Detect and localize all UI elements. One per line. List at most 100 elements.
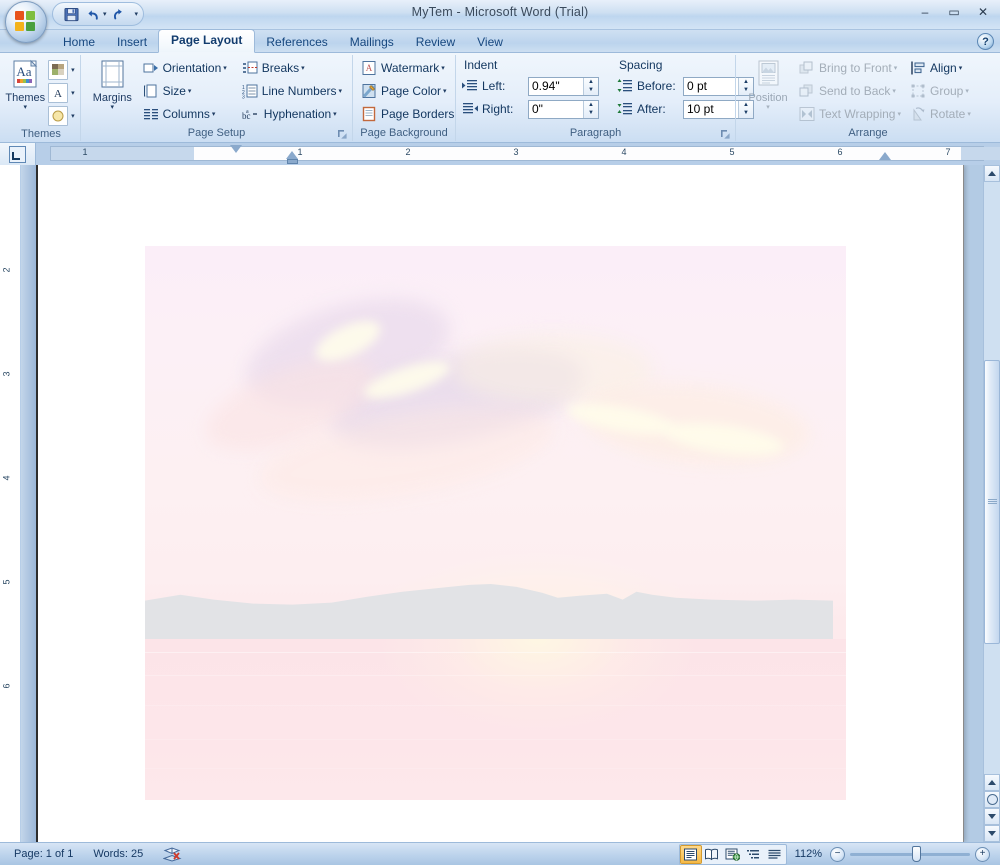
group-label-page-background: Page Background xyxy=(360,127,448,139)
next-page-button[interactable] xyxy=(984,808,1000,825)
word-count[interactable]: Words: 25 xyxy=(83,845,153,864)
document-image[interactable] xyxy=(145,246,846,800)
indent-right-input[interactable] xyxy=(529,100,583,118)
page-color-button[interactable]: Page Color ▾ xyxy=(359,80,458,102)
close-button[interactable]: ✕ xyxy=(970,3,996,21)
redo-icon[interactable] xyxy=(108,4,129,24)
vertical-scroll-track[interactable] xyxy=(984,182,1000,774)
hyphenation-label: Hyphenation xyxy=(263,107,332,121)
horizontal-ruler[interactable]: 1 1 2 3 4 5 6 7 xyxy=(36,143,1000,165)
undo-dropdown-caret[interactable]: ▾ xyxy=(103,10,107,18)
vertical-scroll-thumb[interactable] xyxy=(984,359,1000,644)
themes-button[interactable]: Aa Themes ▾ xyxy=(5,57,45,111)
theme-colors-icon[interactable] xyxy=(48,60,69,80)
zoom-in-button[interactable]: + xyxy=(975,846,990,862)
next-page-arrow-icon xyxy=(988,814,996,819)
scroll-down-button[interactable] xyxy=(984,825,1000,842)
ruler-number-7: 7 xyxy=(945,147,951,157)
breaks-label: Breaks xyxy=(261,61,300,75)
right-indent-marker[interactable] xyxy=(879,152,891,160)
proofing-status-icon[interactable] xyxy=(153,845,192,864)
customize-qat-caret[interactable]: ▾ xyxy=(135,10,139,18)
view-outline-button[interactable] xyxy=(744,846,764,863)
indent-left-input[interactable] xyxy=(529,77,583,95)
bring-to-front-button[interactable]: Bring to Front ▾ xyxy=(797,57,905,79)
theme-fonts-caret-icon[interactable]: ▾ xyxy=(69,89,77,97)
view-print-layout-button[interactable] xyxy=(679,844,702,864)
size-button[interactable]: Size ▾ xyxy=(141,80,231,102)
tab-review[interactable]: Review xyxy=(405,32,466,53)
text-wrapping-button[interactable]: Text Wrapping ▾ xyxy=(797,103,905,125)
select-browse-object-button[interactable] xyxy=(984,791,1000,808)
zoom-level[interactable]: 112% xyxy=(787,848,830,860)
hyphenation-button[interactable]: bc a Hyphenation ▾ xyxy=(240,103,346,125)
zoom-slider-track[interactable] xyxy=(850,845,970,862)
theme-effects-caret-icon[interactable]: ▾ xyxy=(69,112,77,120)
indent-right-up[interactable]: ▲ xyxy=(584,101,598,110)
indent-left-spinner[interactable]: ▲ ▼ xyxy=(528,76,599,96)
spacing-after-input[interactable] xyxy=(684,100,738,118)
page-indicator[interactable]: Page: 1 of 1 xyxy=(4,845,83,864)
zoom-slider-thumb[interactable] xyxy=(912,845,922,862)
minimize-button[interactable]: – xyxy=(912,3,938,21)
paragraph-dialog-launcher[interactable] xyxy=(720,129,731,140)
margins-caret-icon: ▾ xyxy=(110,104,115,111)
tab-mailings[interactable]: Mailings xyxy=(339,32,405,53)
vertical-scrollbar[interactable] xyxy=(983,165,1000,842)
columns-button[interactable]: Columns ▾ xyxy=(141,103,231,125)
document-page[interactable] xyxy=(36,165,964,842)
office-button[interactable] xyxy=(5,1,47,43)
indent-left-down[interactable]: ▼ xyxy=(584,86,598,95)
page-borders-button[interactable]: Page Borders xyxy=(359,103,458,125)
view-web-layout-button[interactable] xyxy=(723,846,743,863)
tab-stop-selector[interactable] xyxy=(0,143,36,165)
zoom-out-button[interactable]: − xyxy=(830,846,845,862)
hanging-indent-marker[interactable] xyxy=(286,151,298,159)
position-caret-icon: ▾ xyxy=(766,104,770,111)
tab-references[interactable]: References xyxy=(255,32,338,53)
group-label-page-setup: Page Setup xyxy=(83,126,350,141)
rotate-button[interactable]: Rotate ▾ xyxy=(908,103,975,125)
send-to-back-button[interactable]: Send to Back ▾ xyxy=(797,80,905,102)
save-icon[interactable] xyxy=(61,4,82,24)
watermark-button[interactable]: A Watermark ▾ xyxy=(359,57,458,79)
left-indent-marker[interactable] xyxy=(287,159,298,164)
cloud-layer xyxy=(145,246,846,612)
previous-page-button[interactable] xyxy=(984,774,1000,791)
theme-colors-caret-icon[interactable]: ▾ xyxy=(69,66,77,74)
paragraph-label-text: Paragraph xyxy=(569,127,622,139)
first-line-indent-marker[interactable] xyxy=(230,145,242,153)
ruler-number-3: 3 xyxy=(513,147,519,157)
indent-right-spinner[interactable]: ▲ ▼ xyxy=(528,99,599,119)
indent-left-arrows: ▲ ▼ xyxy=(583,77,598,95)
ribbon-group-page-background: A Watermark ▾ Page Color ▾ Page Borders … xyxy=(352,55,455,141)
indent-left-up[interactable]: ▲ xyxy=(584,78,598,87)
indent-right-row: Right: ▲ ▼ xyxy=(462,98,599,120)
spacing-before-input[interactable] xyxy=(684,77,738,95)
document-canvas[interactable] xyxy=(36,165,983,842)
align-button[interactable]: Align ▾ xyxy=(908,57,975,79)
theme-fonts-icon[interactable]: A xyxy=(48,83,69,103)
view-full-screen-reading-button[interactable] xyxy=(702,846,722,863)
vertical-ruler[interactable]: 2 3 4 5 6 xyxy=(0,165,36,842)
tab-home[interactable]: Home xyxy=(52,32,106,53)
help-icon[interactable]: ? xyxy=(977,33,994,50)
orientation-button[interactable]: Orientation ▾ xyxy=(141,57,231,79)
margins-button[interactable]: Margins ▾ xyxy=(87,57,138,111)
ribbon-group-paragraph: Indent Left: ▲ ▼ xyxy=(455,55,754,141)
indent-right-down[interactable]: ▼ xyxy=(584,109,598,118)
group-button[interactable]: Group ▾ xyxy=(908,80,975,102)
line-numbers-button[interactable]: 1 2 3 Line Numbers ▾ xyxy=(240,80,346,102)
maximize-button[interactable]: ▭ xyxy=(941,3,967,21)
previous-page-arrow-icon xyxy=(988,780,996,785)
theme-effects-icon[interactable] xyxy=(48,106,69,126)
page-setup-dialog-launcher[interactable] xyxy=(337,129,348,140)
tab-insert[interactable]: Insert xyxy=(106,32,158,53)
tab-page-layout[interactable]: Page Layout xyxy=(158,29,256,53)
view-draft-button[interactable] xyxy=(765,846,785,863)
position-button[interactable]: Position ▾ xyxy=(742,57,794,111)
undo-icon[interactable] xyxy=(83,4,104,24)
scroll-up-button[interactable] xyxy=(984,165,1000,182)
breaks-button[interactable]: Breaks ▾ xyxy=(240,57,346,79)
tab-view[interactable]: View xyxy=(466,32,514,53)
